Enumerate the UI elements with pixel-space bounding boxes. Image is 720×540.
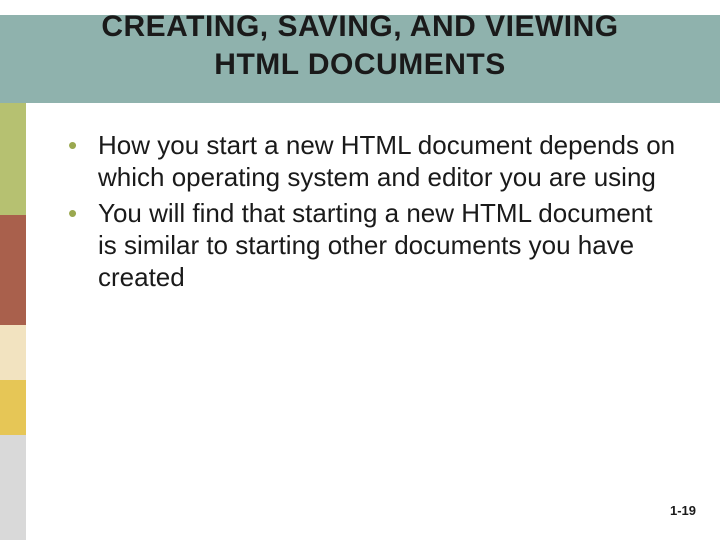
slide-title: CREATING, SAVING, AND VIEWING HTML DOCUM… (0, 8, 720, 83)
bullet-text: How you start a new HTML document depend… (98, 130, 675, 192)
stripe-cream (0, 325, 26, 380)
left-decorative-stripes (0, 103, 26, 540)
title-line-2: HTML DOCUMENTS (0, 46, 720, 84)
page-number: 1-19 (670, 503, 696, 518)
bullet-text: You will find that starting a new HTML d… (98, 198, 652, 292)
list-item: How you start a new HTML document depend… (58, 130, 678, 194)
bullet-list: How you start a new HTML document depend… (58, 130, 678, 294)
list-item: You will find that starting a new HTML d… (58, 198, 678, 294)
stripe-grey (0, 435, 26, 540)
slide-body: How you start a new HTML document depend… (58, 130, 678, 298)
title-line-1: CREATING, SAVING, AND VIEWING (101, 10, 618, 43)
stripe-red (0, 215, 26, 325)
stripe-green (0, 103, 26, 215)
stripe-yellow (0, 380, 26, 435)
